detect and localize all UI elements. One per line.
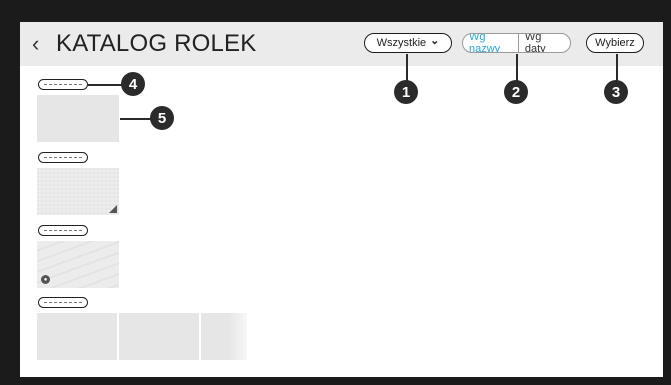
chevron-down-icon: ⌄ [430,34,440,47]
select-button[interactable]: Wybierz [586,33,644,53]
group-label [38,152,88,163]
filter-dropdown[interactable]: Wszystkie ⌄ [364,33,452,53]
group-label [38,225,88,236]
sort-by-name-button[interactable]: Wg nazwy [463,34,519,52]
roll-thumbnail[interactable] [201,313,247,360]
roll-thumbnail[interactable] [119,313,199,360]
sort-toggle[interactable]: Wg nazwy Wg daty [462,33,571,53]
callout-line-5 [120,118,153,120]
back-chevron-icon[interactable]: ‹ [32,31,39,57]
lock-icon: ● [41,275,50,284]
callout-3: 3 [604,80,628,104]
callout-line-4 [88,84,123,86]
corner-fold-icon [109,205,117,213]
header-bar: ‹ KATALOG ROLEK Wszystkie ⌄ Wg nazwy Wg … [20,22,663,66]
callout-4: 4 [121,72,145,96]
select-label: Wybierz [595,37,635,49]
page-title: KATALOG ROLEK [56,30,257,57]
sort-by-date-button[interactable]: Wg daty [519,34,570,52]
roll-thumbnail[interactable] [37,95,119,142]
roll-thumbnail[interactable] [37,168,119,215]
callout-1: 1 [394,80,418,104]
thumbnail-row [37,313,247,360]
filter-label: Wszystkie [376,37,427,49]
callout-2: 2 [504,80,528,104]
roll-thumbnail[interactable]: ● [37,241,119,288]
group-label [38,297,88,308]
group-label [38,79,88,90]
callout-5: 5 [150,106,174,130]
screen: ‹ KATALOG ROLEK Wszystkie ⌄ Wg nazwy Wg … [20,22,663,377]
device-frame: ‹ KATALOG ROLEK Wszystkie ⌄ Wg nazwy Wg … [0,0,671,385]
roll-thumbnail[interactable] [37,313,117,360]
